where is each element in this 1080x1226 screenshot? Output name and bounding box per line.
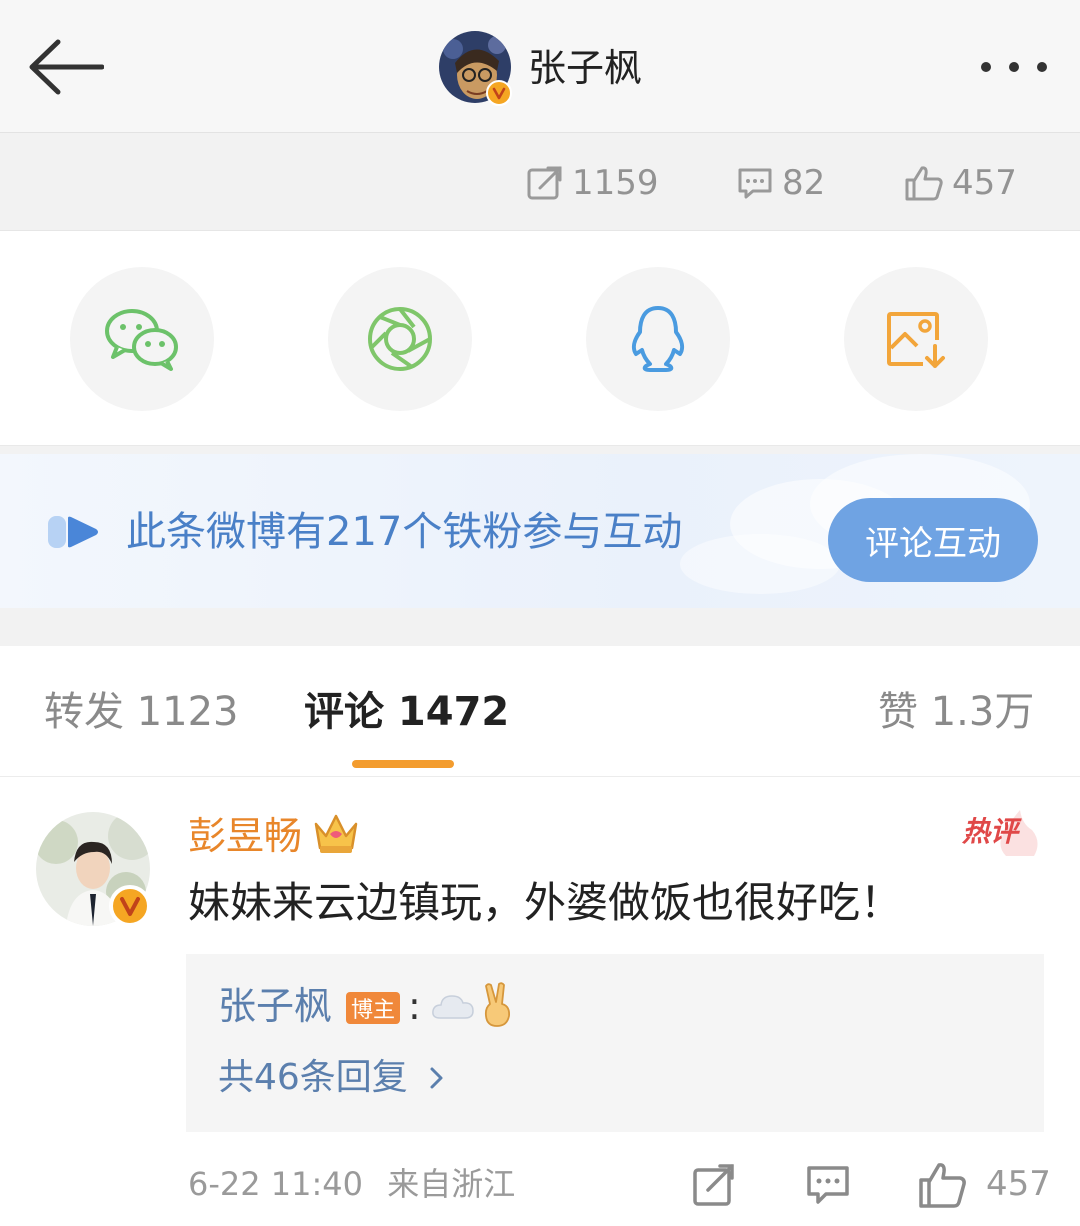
comment-meta: 6-22 11:40 来自浙江 xyxy=(188,1162,515,1206)
fan-interaction-section: 此条微博有217个铁粉参与互动 评论互动 xyxy=(0,446,1080,646)
wechat-icon xyxy=(105,309,178,371)
save-image-button[interactable] xyxy=(844,267,988,411)
share-moments-button[interactable] xyxy=(328,267,472,411)
fans-logo-icon xyxy=(48,516,98,548)
cloud-emoji-icon xyxy=(432,995,474,1019)
like-count: 457 xyxy=(952,163,1017,203)
comment-icon xyxy=(738,168,772,199)
top-bar: 张子枫 xyxy=(0,0,1080,133)
comment-count: 82 xyxy=(782,163,826,203)
crown-icon xyxy=(314,814,358,853)
hot-comment-label: 热评 xyxy=(962,815,1019,848)
share-qq-button[interactable] xyxy=(586,267,730,411)
back-arrow-icon[interactable] xyxy=(28,38,104,96)
fan-interaction-banner: 此条微博有217个铁粉参与互动 评论互动 xyxy=(0,454,1080,608)
reply-author-name[interactable]: 张子枫 xyxy=(218,982,332,1030)
share-wechat-button[interactable] xyxy=(70,267,214,411)
like-stat[interactable]: 457 xyxy=(904,163,1017,203)
feedback-tabs: 转发 1123 评论 1472 赞 1.3万 xyxy=(0,646,1080,777)
comment-text: 妹妹来云边镇玩，外婆做饭也很好吃！ xyxy=(188,878,903,927)
post-stats-bar: 1159 82 457 xyxy=(0,133,1080,231)
comment-stat[interactable]: 82 xyxy=(736,163,825,203)
reply-colon: : xyxy=(408,984,421,1028)
comment-repost-icon[interactable] xyxy=(692,1160,736,1210)
victory-hand-emoji-icon xyxy=(484,982,511,1027)
page-title: 张子枫 xyxy=(528,46,643,90)
tab-comments[interactable]: 评论 1472 xyxy=(304,684,509,740)
fan-interaction-text: 此条微博有217个铁粉参与互动 xyxy=(126,509,683,555)
comment-reply-icon[interactable] xyxy=(806,1160,850,1210)
thumbs-up-icon xyxy=(905,166,943,201)
view-replies-link[interactable]: 共46条回复 xyxy=(218,1054,452,1102)
repost-count: 1159 xyxy=(572,163,659,203)
commenter-name[interactable]: 彭昱畅 xyxy=(188,812,302,860)
repost-stat[interactable]: 1159 xyxy=(526,163,659,203)
tab-likes[interactable]: 赞 1.3万 xyxy=(878,684,1034,740)
qq-icon xyxy=(631,306,685,372)
chevron-right-icon xyxy=(430,1067,443,1089)
comment-like-icon[interactable] xyxy=(918,1160,968,1210)
verified-badge-icon xyxy=(486,80,512,106)
repost-icon xyxy=(527,166,562,200)
tab-reposts[interactable]: 转发 1123 xyxy=(44,684,239,740)
hot-comment-badge: 热评 xyxy=(962,802,1042,858)
active-tab-indicator xyxy=(352,760,454,768)
comment-location: 来自浙江 xyxy=(387,1165,516,1203)
share-targets xyxy=(0,231,1080,446)
reply-count-text: 共46条回复 xyxy=(218,1057,408,1098)
save-image-icon xyxy=(887,312,945,368)
blogger-badge: 博主 xyxy=(346,992,400,1024)
moments-icon xyxy=(368,307,432,371)
reply-preview[interactable]: 张子枫 博主 : 共46条回复 xyxy=(186,954,1044,1132)
comment-like-count: 457 xyxy=(986,1164,1051,1204)
comment-time: 6-22 11:40 xyxy=(188,1165,364,1203)
verified-badge-icon xyxy=(109,885,151,927)
more-dots-icon[interactable] xyxy=(976,58,1052,76)
comment-interact-button[interactable]: 评论互动 xyxy=(828,498,1038,582)
